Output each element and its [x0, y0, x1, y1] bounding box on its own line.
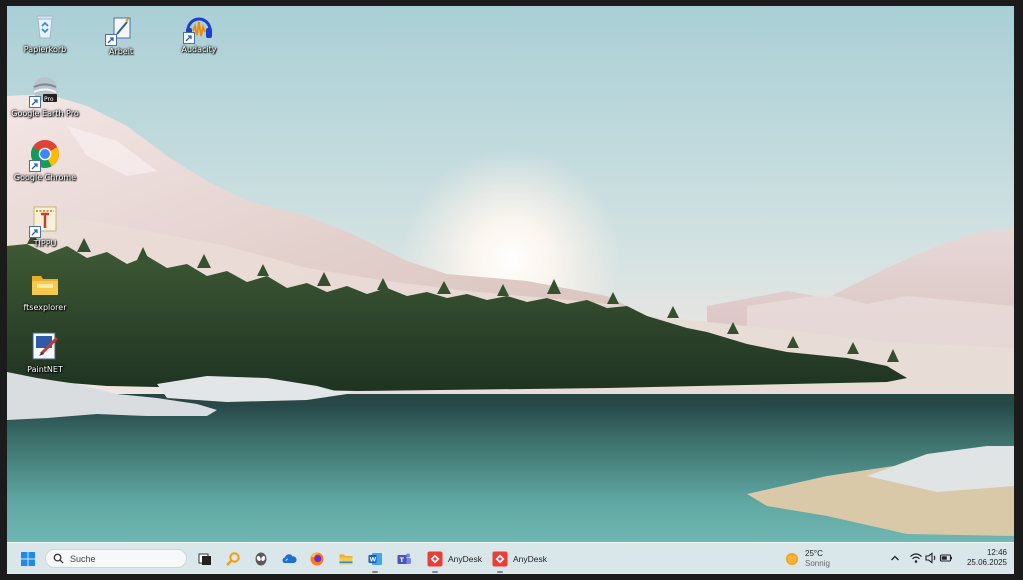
desktop-icon-google-earth-pro[interactable]: Pro Google Earth Pro	[8, 74, 82, 118]
desktop-icon-label: Papierkorb	[23, 45, 67, 54]
file-explorer-icon	[339, 554, 353, 565]
speaker-icon	[925, 552, 936, 564]
taskbar: Suche W T AnyDesk AnyDesk 25°C Sonnig 12…	[7, 542, 1014, 574]
desktop-icon-google-chrome[interactable]: Google Chrome	[8, 138, 82, 182]
clock-date: 25.06.2025	[966, 558, 1007, 567]
weather-condition: Sonnig	[805, 559, 830, 568]
paintnet-icon	[32, 332, 59, 360]
taskbar-app-teams[interactable]: T	[393, 548, 415, 570]
weather-temperature: 25°C	[805, 549, 823, 558]
taskbar-search-box[interactable]: Suche	[45, 549, 187, 568]
teams-icon: T	[397, 553, 411, 564]
search-icon	[53, 553, 64, 564]
battery-icon	[939, 554, 952, 562]
taskbar-app-file-explorer[interactable]	[335, 548, 357, 570]
folder-icon	[32, 276, 58, 295]
weather-widget[interactable]: 25°C Sonnig	[785, 547, 830, 571]
desktop-icon-label: TIPPU	[33, 239, 57, 248]
anydesk-icon	[427, 551, 443, 567]
running-indicator	[497, 571, 503, 573]
windows-start-icon	[21, 552, 35, 566]
alien-app-icon	[255, 552, 267, 566]
desktop-icon-ftsexplorer[interactable]: ftsexplorer	[8, 268, 82, 312]
network-status[interactable]	[909, 551, 923, 565]
taskbar-app-anydesk-2[interactable]: AnyDesk	[492, 548, 548, 573]
word-icon: W	[368, 553, 382, 565]
desktop-icon-label: Audacity	[181, 45, 217, 54]
taskbar-app-label: AnyDesk	[513, 554, 548, 564]
shortcut-arrow-icon	[29, 96, 41, 108]
shortcut-arrow-icon	[183, 32, 195, 44]
desktop-wallpaper	[7, 6, 1014, 574]
shortcut-arrow-icon	[29, 160, 41, 172]
desktop-icon-papierkorb[interactable]: Papierkorb	[8, 10, 82, 54]
running-indicator	[432, 571, 438, 573]
desktop-icon-audacity[interactable]: Audacity	[162, 10, 236, 54]
task-view-button[interactable]	[194, 548, 216, 570]
start-button[interactable]	[17, 548, 39, 570]
desktop-icon-arbeit[interactable]: Arbeit	[84, 12, 158, 56]
taskbar-app-label: AnyDesk	[448, 554, 483, 564]
desktop-icon-label: PaintNET	[27, 365, 63, 374]
task-view-icon	[198, 553, 211, 565]
firefox-icon	[310, 552, 324, 566]
taskbar-clock[interactable]: 12:46 25.06.2025	[957, 548, 1007, 568]
desktop-icon-label: Google Chrome	[13, 173, 77, 182]
desktop-icon-label: ftsexplorer	[23, 303, 67, 312]
running-indicator	[372, 571, 378, 573]
recycle-bin-icon	[36, 15, 54, 39]
desktop-icon-label: Arbeit	[108, 47, 134, 56]
taskbar-app-cloud[interactable]	[278, 548, 300, 570]
shortcut-arrow-icon	[105, 34, 117, 46]
chevron-up-icon	[891, 555, 899, 561]
search-tool-icon	[226, 552, 240, 566]
show-hidden-icons-button[interactable]	[888, 551, 902, 565]
wifi-icon	[910, 553, 922, 563]
svg-text:Pro: Pro	[44, 96, 54, 103]
desktop-icon-tippu[interactable]: TIPPU	[8, 204, 82, 248]
battery-status[interactable]	[939, 551, 953, 565]
desktop-screen: Papierkorb Arbeit Audacity Pro Google Ea…	[7, 6, 1014, 574]
desktop-icon-paintnet[interactable]: PaintNET	[8, 330, 82, 374]
taskbar-app-anydesk-1[interactable]: AnyDesk	[427, 548, 483, 573]
svg-text:W: W	[370, 557, 377, 564]
clock-time: 12:46	[986, 548, 1007, 557]
taskbar-app-firefox[interactable]	[306, 548, 328, 570]
desktop-icon-label: Google Earth Pro	[11, 109, 79, 118]
volume-control[interactable]	[924, 551, 938, 565]
sun-icon	[786, 553, 798, 565]
anydesk-icon	[492, 551, 508, 567]
taskbar-app-search-tool[interactable]	[222, 548, 244, 570]
cloud-app-icon	[282, 554, 297, 563]
search-placeholder: Suche	[70, 553, 96, 564]
taskbar-app-word[interactable]: W	[364, 548, 386, 573]
shortcut-arrow-icon	[29, 226, 41, 238]
taskbar-app-alien[interactable]	[250, 548, 272, 570]
